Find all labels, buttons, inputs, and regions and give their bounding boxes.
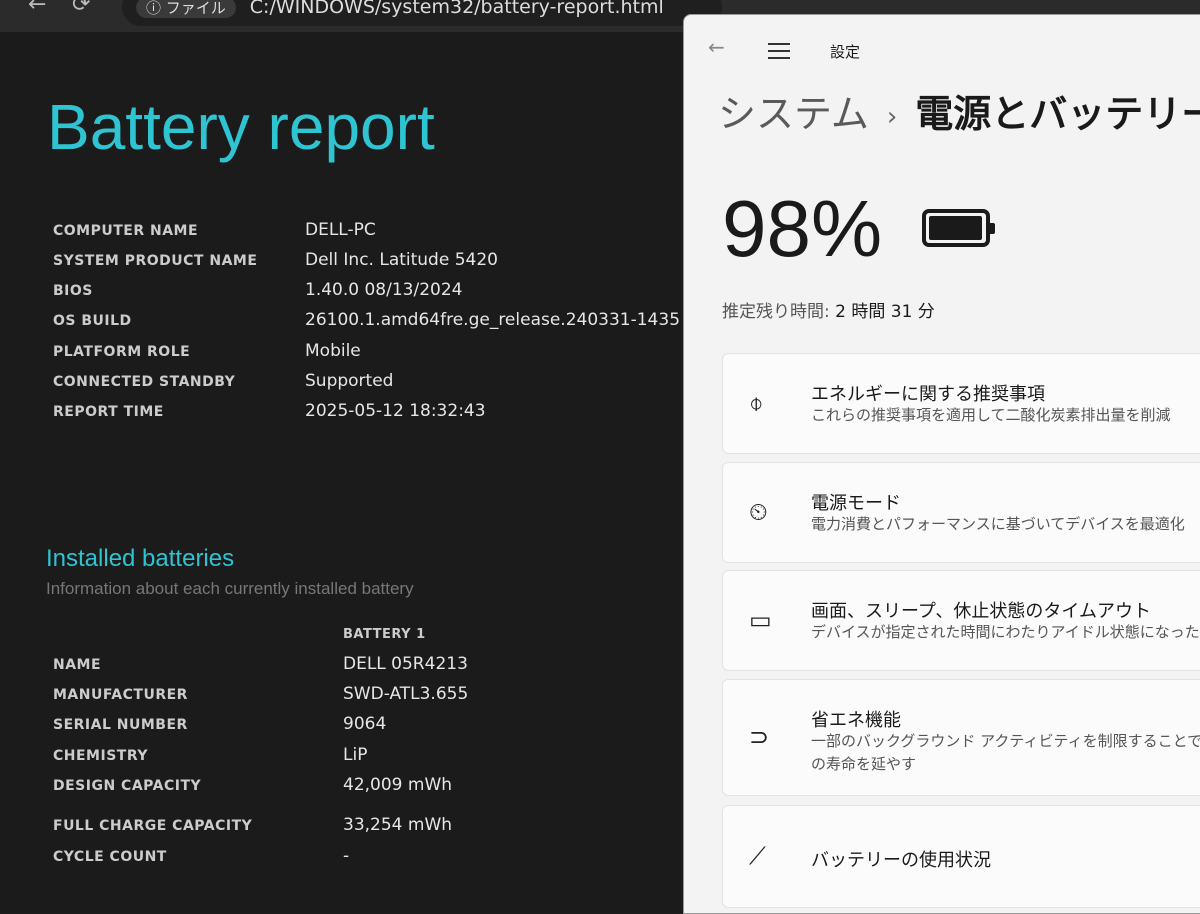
battery-report: Battery report COMPUTER NAME DELL-PC SYSTE…: [0, 32, 683, 911]
refresh-button[interactable]: ⟳: [72, 0, 90, 17]
info-label: OS BUILD: [53, 313, 132, 329]
card-title: 省エネ機能: [811, 710, 901, 731]
info-label: CHEMISTRY: [53, 748, 148, 764]
info-value: SWD-ATL3.655: [343, 684, 469, 704]
info-label: PLATFORM ROLE: [53, 344, 191, 360]
info-label: REPORT TIME: [53, 404, 164, 420]
info-value: Mobile: [305, 341, 361, 361]
settings-window: ← 設定 システム › 電源とバッテリー 98% 推定残り時間: 2 時間 31 分…: [683, 14, 1200, 914]
info-value: 1.40.0 08/13/2024: [305, 280, 463, 300]
info-label: CYCLE COUNT: [53, 849, 167, 865]
screen-sleep-icon: ▭: [749, 605, 772, 634]
info-value: DELL 05R4213: [343, 654, 468, 674]
info-value: 33,254 mWh: [343, 815, 453, 835]
card-description: の寿命を延やす: [811, 755, 917, 773]
chevron-right-icon: ›: [886, 101, 898, 132]
estimated-time: 推定残り時間: 2 時間 31 分: [722, 297, 935, 322]
report-title: Battery report: [47, 91, 435, 163]
card-title: エネルギーに関する推奨事項: [811, 384, 1045, 405]
card-description: 一部のバックグラウンド アクティビティを制限することで、電: [811, 732, 1200, 750]
address-text: C:/WINDOWS/system32/battery-report.html: [249, 0, 664, 18]
settings-card[interactable]: ▭ 画面、スリープ、休止状態のタイムアウト デバイスが指定された時間にわたりアイドル…: [722, 570, 1200, 671]
battery-percent: 98%: [722, 184, 883, 273]
installed-batteries-subtitle: Information about each currently install…: [46, 579, 414, 598]
info-label: BIOS: [53, 283, 93, 299]
app-title: 設定: [830, 43, 861, 61]
info-value: 26100.1.amd64fre.ge_release.240331-1435: [305, 310, 681, 330]
breadcrumb-system[interactable]: システム: [718, 92, 869, 136]
card-description: デバイスが指定された時間にわたりアイドル状態になった場: [811, 623, 1200, 641]
installed-batteries-heading: Installed batteries: [46, 545, 235, 572]
info-label: DESIGN CAPACITY: [53, 778, 202, 794]
card-title: 電源モード: [811, 493, 901, 514]
settings-card[interactable]: ⊃ 省エネ機能 一部のバックグラウンド アクティビティを制限することで、電 の寿命を延…: [722, 679, 1200, 796]
leaf-icon: ⌽: [749, 388, 764, 417]
card-title: バッテリーの使用状況: [811, 850, 991, 871]
info-label: SYSTEM PRODUCT NAME: [53, 253, 258, 269]
settings-card[interactable]: ⌽ エネルギーに関する推奨事項 これらの推奨事項を適用して二酸化炭素排出量を削減: [722, 353, 1200, 454]
info-label: FULL CHARGE CAPACITY: [53, 818, 253, 834]
estimate-label: 推定残り時間:: [722, 302, 830, 322]
info-value: -: [343, 846, 350, 866]
info-value: DELL-PC: [305, 220, 376, 240]
info-value: LiP: [343, 745, 368, 765]
back-button[interactable]: ←: [28, 0, 46, 17]
battery-icon: [922, 209, 995, 247]
settings-card[interactable]: ⏲ 電源モード 電力消費とパフォーマンスに基づいてデバイスを最適化: [722, 462, 1200, 563]
info-label: MANUFACTURER: [53, 687, 188, 703]
page-title: 電源とバッテリー: [915, 92, 1200, 136]
info-value: Supported: [305, 371, 394, 391]
battery-saver-icon: ⊃: [749, 722, 770, 751]
estimate-value: 2 時間 31 分: [835, 302, 935, 322]
card-description: 電力消費とパフォーマンスに基づいてデバイスを最適化: [811, 515, 1185, 533]
info-label: COMPUTER NAME: [53, 223, 199, 239]
info-value: 9064: [343, 714, 387, 734]
chart-icon: ⟋: [749, 841, 766, 870]
info-label: NAME: [53, 657, 102, 673]
menu-icon[interactable]: [768, 43, 790, 64]
gauge-icon: ⏲: [749, 497, 768, 526]
settings-card[interactable]: ⟋ バッテリーの使用状況: [722, 805, 1200, 908]
info-label: SERIAL NUMBER: [53, 717, 188, 733]
battery-column-header: BATTERY 1: [343, 627, 426, 642]
info-label: CONNECTED STANDBY: [53, 374, 236, 390]
info-value: 2025-05-12 18:32:43: [305, 401, 486, 421]
info-value: Dell Inc. Latitude 5420: [305, 250, 498, 270]
file-chip[interactable]: ⓘ ファイル: [136, 0, 236, 18]
breadcrumb: システム › 電源とバッテリー: [718, 83, 1200, 138]
back-button[interactable]: ←: [708, 35, 725, 59]
card-title: 画面、スリープ、休止状態のタイムアウト: [811, 601, 1152, 622]
info-value: 42,009 mWh: [343, 775, 453, 795]
address-bar[interactable]: ⓘ ファイル C:/WINDOWS/system32/battery-report…: [122, 0, 722, 26]
card-description: これらの推奨事項を適用して二酸化炭素排出量を削減: [811, 406, 1171, 424]
